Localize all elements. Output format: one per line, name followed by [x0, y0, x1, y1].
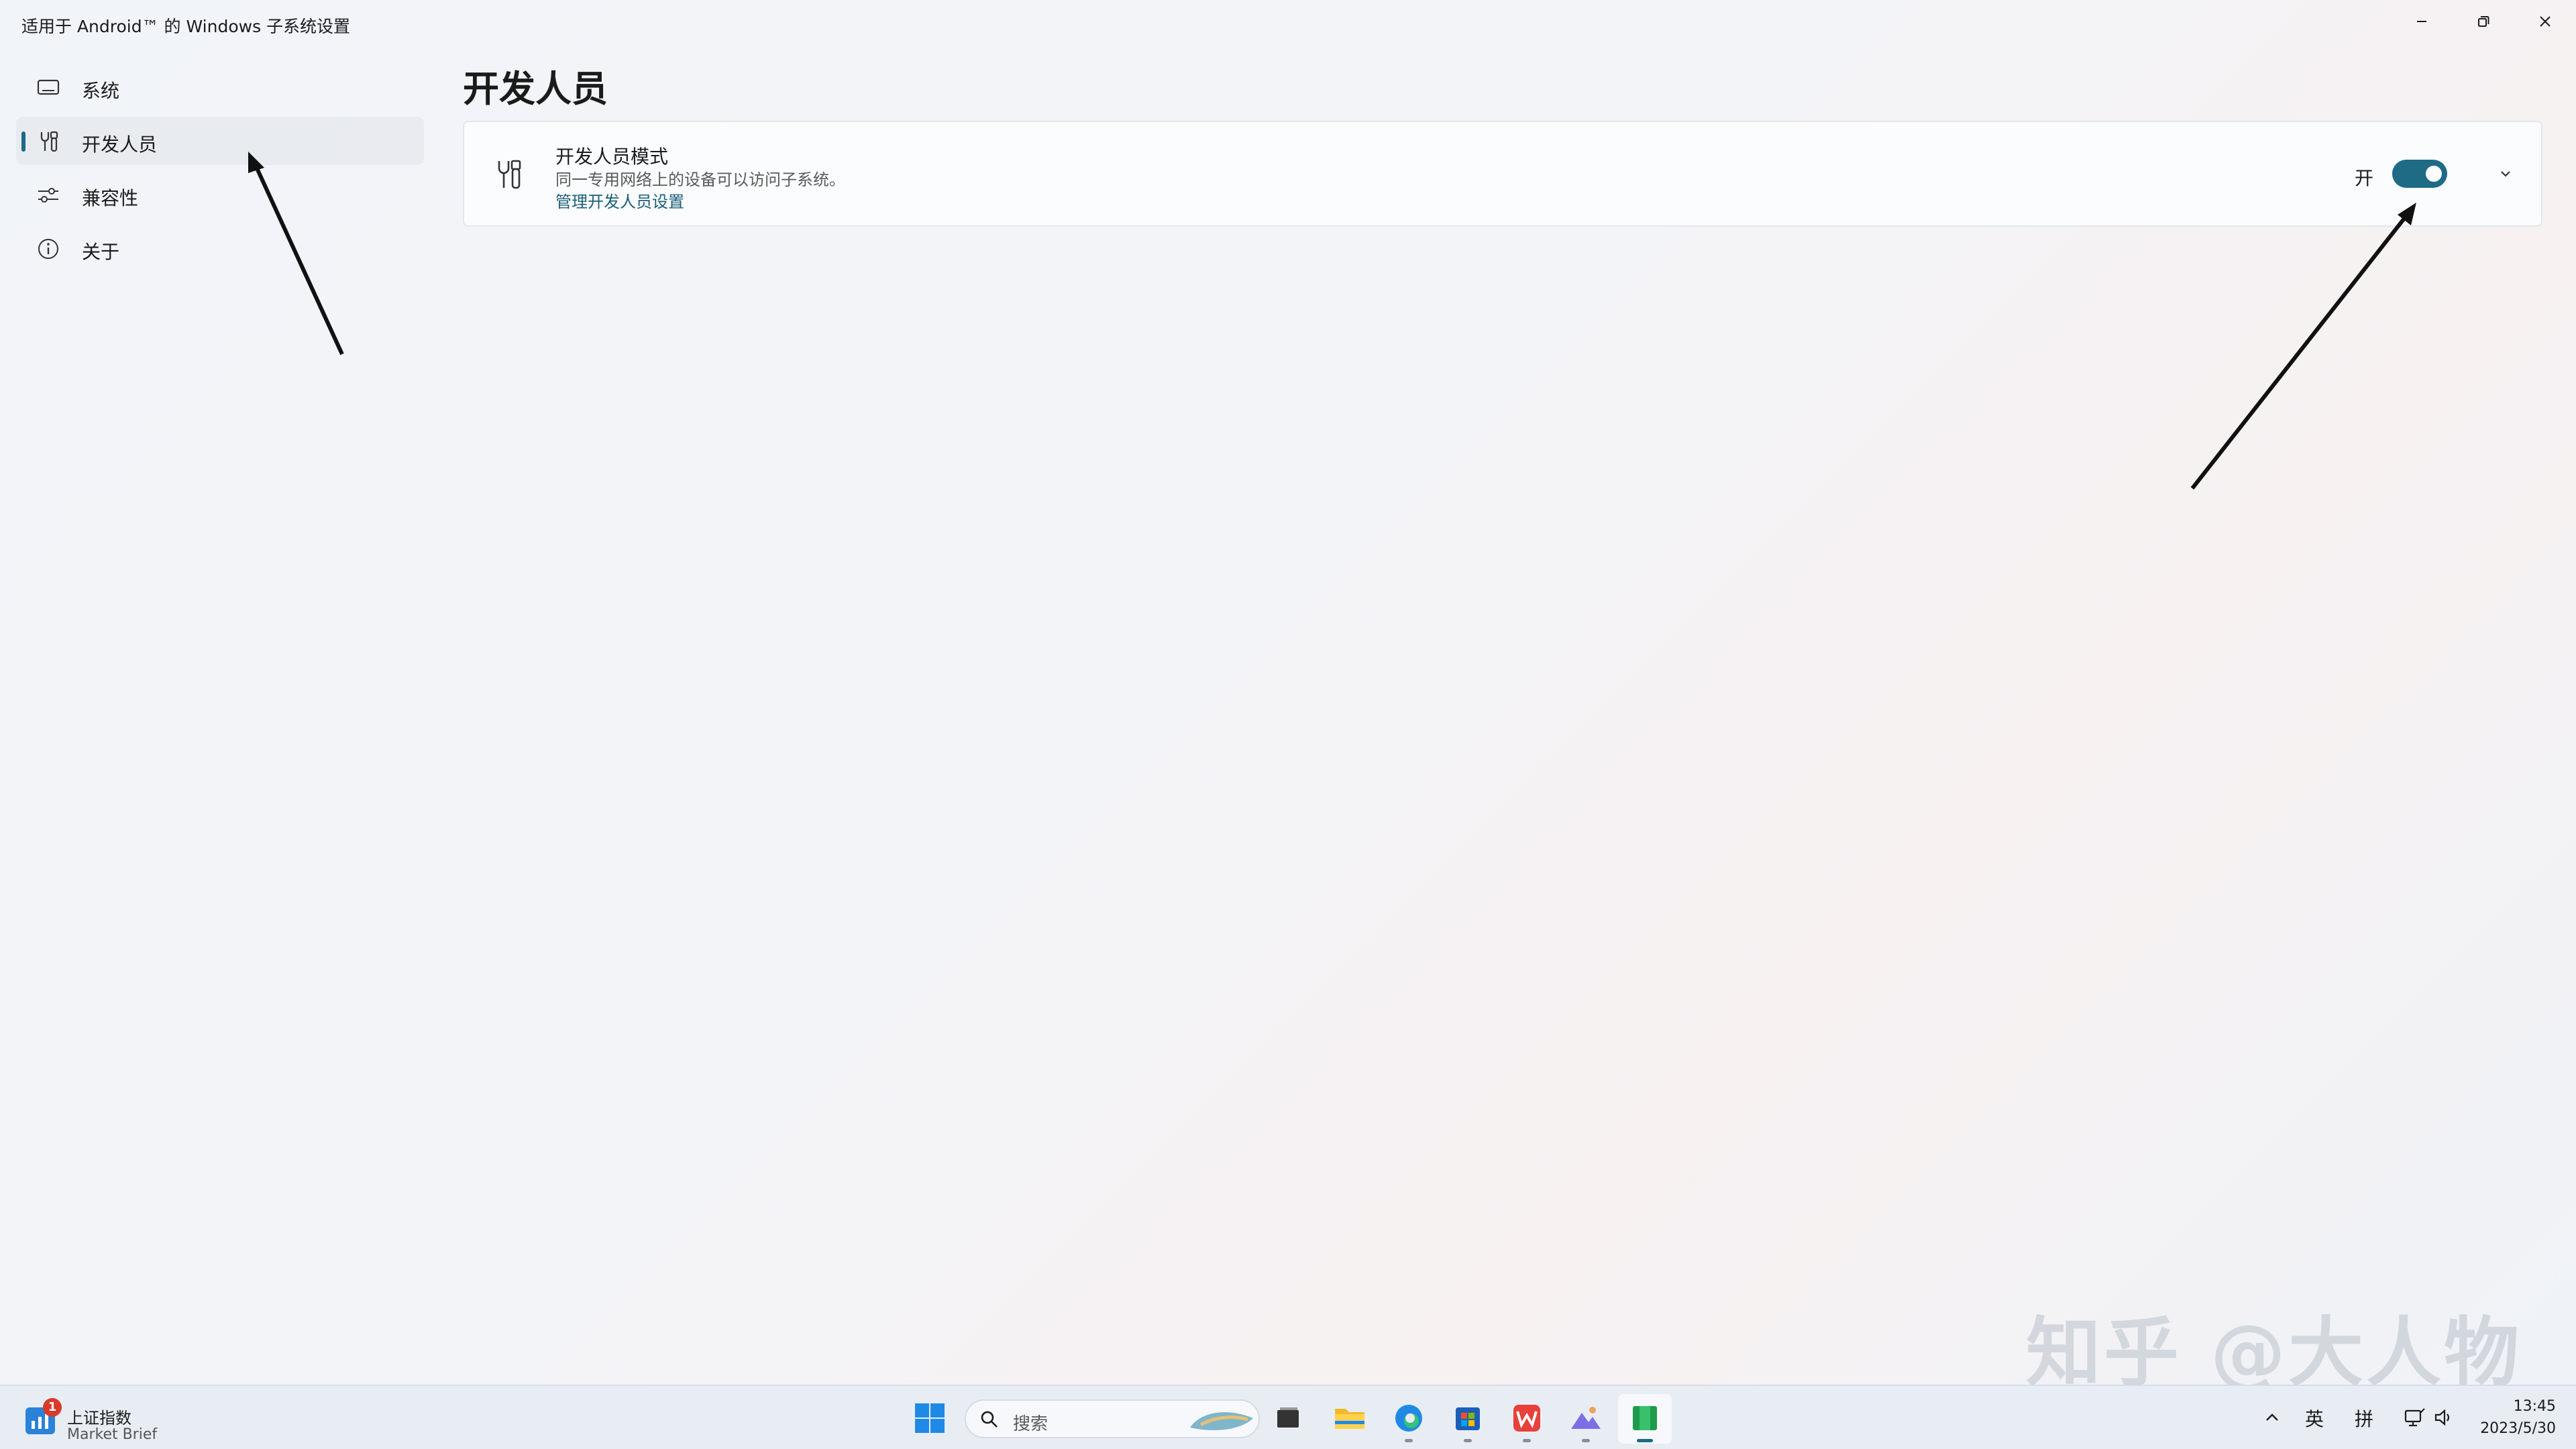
running-indicator	[1464, 1439, 1472, 1442]
setting-description: 同一专用网络上的设备可以访问子系统。	[555, 170, 845, 189]
title-bar: 适用于 Android™ 的 Windows 子系统设置	[0, 0, 2576, 48]
sidebar-item-label: 开发人员	[82, 133, 158, 156]
toggle-state-label: 开	[2355, 167, 2374, 189]
volume-button[interactable]	[2432, 1406, 2455, 1429]
info-icon	[36, 237, 60, 260]
developer-tools-icon	[36, 130, 60, 153]
close-icon	[2540, 16, 2551, 27]
taskbar-task-view[interactable]	[1268, 1398, 1308, 1438]
notification-badge: 1	[43, 1398, 62, 1417]
developer-tools-icon	[494, 158, 523, 191]
network-button[interactable]	[2403, 1406, 2426, 1429]
running-indicator	[1523, 1439, 1531, 1442]
toggle-knob	[2426, 166, 2442, 182]
search-icon	[981, 1411, 998, 1428]
taskbar-file-explorer[interactable]	[1330, 1398, 1370, 1438]
start-button[interactable]	[910, 1398, 950, 1438]
restore-button[interactable]	[2453, 0, 2514, 43]
sidebar-item-label: 系统	[82, 80, 120, 102]
developer-mode-toggle[interactable]	[2392, 160, 2447, 188]
taskbar-search-box[interactable]: 搜索	[965, 1399, 1260, 1438]
developer-mode-card[interactable]: 开发人员模式 同一专用网络上的设备可以访问子系统。 管理开发人员设置 开	[463, 121, 2542, 227]
expand-button[interactable]	[2494, 162, 2517, 185]
weather-stock-widget[interactable]: 1 上证指数 Market Brief	[25, 1397, 173, 1443]
sidebar-item-label: 关于	[82, 241, 120, 263]
taskbar-wps[interactable]	[1507, 1398, 1547, 1442]
taskbar-edge[interactable]	[1389, 1398, 1429, 1442]
monitor-icon	[36, 76, 60, 99]
wps-icon	[1513, 1405, 1540, 1432]
network-icon	[2404, 1408, 2425, 1427]
sidebar-item-compatibility[interactable]: 兼容性	[16, 170, 424, 219]
sidebar-item-system[interactable]: 系统	[16, 63, 424, 111]
setting-title: 开发人员模式	[555, 146, 669, 168]
restore-icon	[2478, 16, 2489, 27]
speaker-icon	[2434, 1409, 2450, 1426]
minimize-button[interactable]	[2391, 0, 2453, 43]
page-title: 开发人员	[463, 68, 608, 110]
sidebar-item-about[interactable]: 关于	[16, 224, 424, 272]
taskbar-store[interactable]	[1448, 1398, 1488, 1442]
chevron-down-icon	[2501, 171, 2510, 177]
selection-indicator	[21, 131, 25, 152]
minimize-icon	[2417, 21, 2426, 22]
taskbar-photos[interactable]	[1566, 1398, 1606, 1442]
window-title: 适用于 Android™ 的 Windows 子系统设置	[21, 17, 351, 36]
show-hidden-icons-button[interactable]	[2261, 1406, 2284, 1429]
taskbar: 1 上证指数 Market Brief 搜索 英 拼 13:45 2023/5/…	[0, 1385, 2576, 1449]
widget-title: 上证指数	[67, 1409, 131, 1428]
photos-icon	[1571, 1407, 1601, 1429]
manage-developer-settings-link[interactable]: 管理开发人员设置	[555, 189, 684, 212]
widget-subtitle: Market Brief	[67, 1426, 158, 1443]
clock-time: 13:45	[2513, 1398, 2556, 1415]
clock[interactable]: 13:45 2023/5/30	[2469, 1398, 2556, 1437]
sidebar-item-developer[interactable]: 开发人员	[16, 117, 424, 165]
running-indicator	[1637, 1439, 1653, 1442]
search-highlight-art-icon	[1190, 1412, 1253, 1430]
running-indicator	[1582, 1439, 1590, 1442]
arrow-to-toggle	[2190, 203, 2416, 490]
edge-icon	[1395, 1405, 1422, 1432]
folder-icon	[1335, 1409, 1364, 1429]
sliders-icon	[36, 184, 60, 207]
running-indicator	[1405, 1439, 1413, 1442]
taskbar-wsa-settings[interactable]	[1625, 1398, 1665, 1442]
store-icon	[1456, 1407, 1480, 1430]
input-method-indicator[interactable]: 拼	[2355, 1405, 2373, 1432]
sidebar-item-label: 兼容性	[82, 187, 139, 209]
search-placeholder: 搜索	[1013, 1414, 1049, 1434]
task-view-icon	[1277, 1407, 1299, 1428]
input-language-indicator[interactable]: 英	[2305, 1405, 2324, 1432]
wsa-settings-icon	[1633, 1406, 1657, 1430]
close-button[interactable]	[2514, 0, 2576, 43]
windows-logo-icon	[915, 1403, 945, 1433]
clock-date: 2023/5/30	[2480, 1420, 2556, 1437]
chevron-up-icon	[2266, 1413, 2278, 1421]
